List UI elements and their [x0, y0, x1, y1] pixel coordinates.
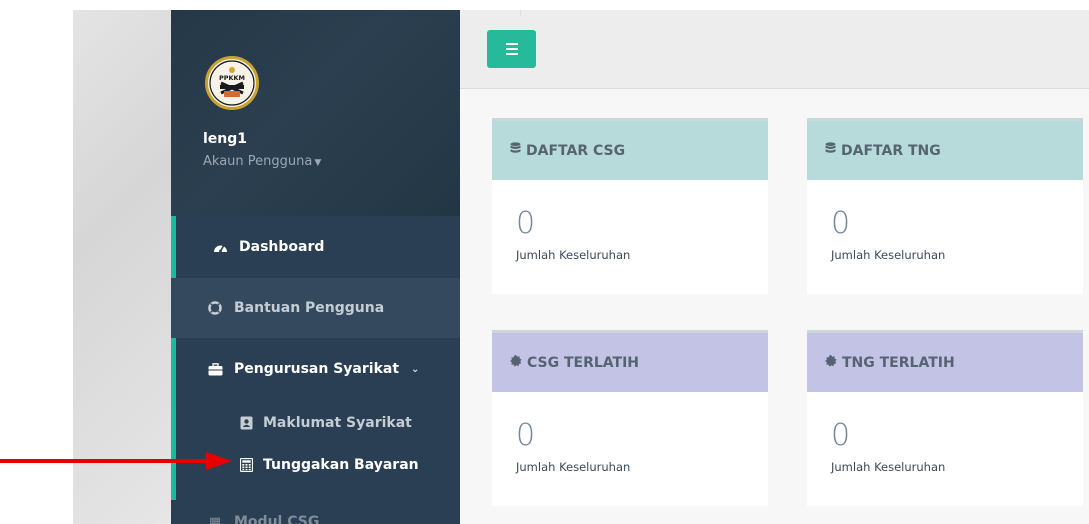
sidebar-item-dashboard[interactable]: Dashboard	[171, 216, 460, 278]
database-icon	[510, 142, 521, 159]
top-navbar	[460, 10, 1089, 89]
sidebar-subitem-maklumat-syarikat[interactable]: Maklumat Syarikat	[176, 410, 460, 436]
caret-down-icon: ▼	[314, 158, 322, 168]
card-title: CSG TERLATIH	[527, 354, 640, 371]
card-header: DAFTAR CSG	[492, 118, 768, 180]
card-header: DAFTAR TNG	[807, 118, 1083, 180]
certificate-icon	[825, 354, 837, 371]
card-header: TNG TERLATIH	[807, 330, 1083, 392]
sidebar-item-modul-csg-partial[interactable]: ▦ Modul CSG	[171, 510, 460, 524]
card-title: TNG TERLATIH	[842, 354, 955, 371]
card-title: DAFTAR CSG	[526, 142, 626, 159]
page-left-background	[73, 10, 171, 524]
card-value: 0	[831, 418, 851, 453]
card-label: Jumlah Keseluruhan	[831, 460, 946, 474]
briefcase-icon	[207, 362, 223, 376]
stat-card-daftar-csg: DAFTAR CSG 0 Jumlah Keseluruhan	[492, 118, 768, 294]
chevron-down-icon: ⌄	[411, 363, 420, 375]
organization-logo: PPKKM	[205, 56, 259, 110]
card-label: Jumlah Keseluruhan	[831, 248, 946, 262]
account-label: Akaun Pengguna	[203, 154, 313, 169]
account-menu-toggle[interactable]: Akaun Pengguna ▼	[203, 154, 321, 169]
calculator-icon	[238, 458, 254, 472]
card-value: 0	[516, 206, 536, 241]
sidebar: PPKKM leng1 Akaun Pengguna ▼ Dashboard Ba…	[171, 10, 460, 524]
card-value: 0	[831, 206, 851, 241]
lifebuoy-icon	[207, 301, 223, 315]
profile-panel: PPKKM leng1 Akaun Pengguna ▼	[171, 10, 460, 216]
svg-text:PPKKM: PPKKM	[219, 74, 245, 82]
address-card-icon	[238, 416, 254, 430]
stat-card-csg-terlatih: CSG TERLATIH 0 Jumlah Keseluruhan	[492, 330, 768, 506]
card-header: CSG TERLATIH	[492, 330, 768, 392]
red-arrow-annotation	[0, 452, 232, 470]
stat-card-daftar-tng: DAFTAR TNG 0 Jumlah Keseluruhan	[807, 118, 1083, 294]
card-value: 0	[516, 418, 536, 453]
divider	[520, 10, 521, 16]
sidebar-subitem-label: Maklumat Syarikat	[263, 415, 412, 431]
database-icon	[825, 142, 836, 159]
username: leng1	[203, 131, 248, 147]
main-content: DAFTAR CSG 0 Jumlah Keseluruhan DAFTAR T…	[460, 10, 1089, 524]
modul-icon: ▦	[208, 514, 222, 524]
sidebar-subitem-label: Tunggakan Bayaran	[263, 457, 419, 473]
sidebar-item-pengurusan-syarikat[interactable]: Pengurusan Syarikat ⌄	[176, 338, 460, 400]
card-label: Jumlah Keseluruhan	[516, 248, 631, 262]
card-label: Jumlah Keseluruhan	[516, 460, 631, 474]
menu-icon	[505, 43, 518, 55]
sidebar-item-label: Pengurusan Syarikat	[234, 361, 400, 377]
tachometer-icon	[212, 241, 228, 254]
sidebar-group-pengurusan-syarikat: Pengurusan Syarikat ⌄ Maklumat Syarikat …	[171, 338, 460, 500]
sidebar-item-bantuan-pengguna[interactable]: Bantuan Pengguna	[171, 278, 460, 338]
sidebar-item-label: Modul CSG	[234, 514, 320, 524]
card-title: DAFTAR TNG	[841, 142, 941, 159]
stat-card-tng-terlatih: TNG TERLATIH 0 Jumlah Keseluruhan	[807, 330, 1083, 506]
sidebar-item-label: Dashboard	[239, 239, 325, 255]
certificate-icon	[510, 354, 522, 371]
menu-toggle-button[interactable]	[487, 30, 536, 68]
sidebar-item-label: Bantuan Pengguna	[234, 300, 385, 316]
